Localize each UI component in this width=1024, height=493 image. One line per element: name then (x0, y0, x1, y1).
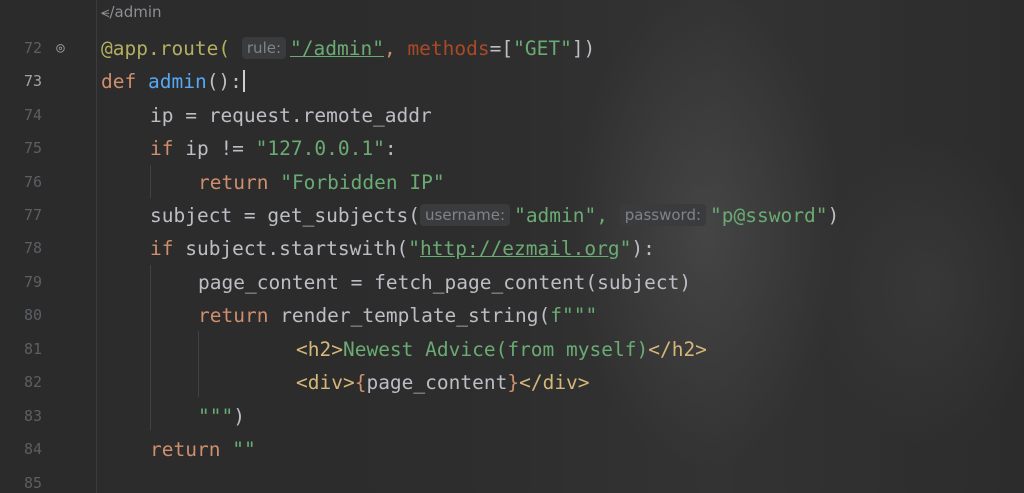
line-number: 76 (23, 173, 42, 191)
code-text: subject = get_subjects(username: "admin",… (150, 204, 840, 227)
code-line[interactable]: 83 """) (0, 400, 1024, 433)
code-line[interactable]: 81 <h2>Newest Advice(from myself)</h2> (0, 333, 1024, 366)
code-line[interactable]: 84 return "" (0, 433, 1024, 466)
line-number: 74 (23, 106, 42, 124)
web-route-icon[interactable]: ◎ (52, 40, 69, 57)
code-text: @app.route( rule: "/admin", methods=["GET… (101, 37, 596, 60)
code-line[interactable]: 79 page_content = fetch_page_content(sub… (0, 266, 1024, 299)
line-number: 83 (23, 407, 42, 425)
code-line[interactable]: 74 ip = request.remote_addr (0, 99, 1024, 132)
line-number: 84 (23, 440, 42, 458)
route-breadcrumb[interactable]: ⪪/admin (101, 3, 162, 21)
code-text: <h2>Newest Advice(from myself)</h2> (296, 338, 707, 361)
code-text: <div>{page_content}</div> (296, 371, 590, 394)
code-line[interactable]: 76 return "Forbidden IP" (0, 166, 1024, 199)
code-text: return "Forbidden IP" (198, 171, 445, 194)
line-number: 81 (23, 340, 42, 358)
code-text: if ip != "127.0.0.1": (150, 137, 397, 160)
code-text: return render_template_string(f""" (198, 304, 598, 327)
code-line[interactable]: 78 if subject.startswith("http://ezmail.… (0, 232, 1024, 265)
text-cursor (242, 70, 245, 92)
line-number: 79 (23, 273, 42, 291)
code-line[interactable]: 82 <div>{page_content}</div> (0, 366, 1024, 399)
breadcrumb-text: /admin (109, 3, 162, 21)
line-number: 78 (23, 239, 42, 257)
url-link[interactable]: http://ezmail.org (420, 237, 620, 260)
code-text: def admin(): (101, 65, 245, 98)
code-line-current[interactable]: 73 def admin(): (0, 65, 1024, 98)
code-text: if subject.startswith("http://ezmail.org… (150, 237, 655, 260)
line-number: 80 (23, 306, 42, 324)
code-editor[interactable]: ⪪/admin 72 ◎ @app.route( rule: "/admin", … (0, 0, 1024, 493)
code-line[interactable]: 72 ◎ @app.route( rule: "/admin", methods=… (0, 32, 1024, 65)
line-number: 72 (23, 39, 42, 57)
code-text: page_content = fetch_page_content(subjec… (198, 271, 692, 294)
parameter-hint: username: (420, 204, 511, 226)
line-number: 73 (23, 72, 42, 90)
code-line[interactable]: 77 subject = get_subjects(username: "admi… (0, 199, 1024, 232)
parameter-hint: password: (619, 204, 707, 226)
code-text: """) (198, 405, 245, 428)
line-number: 82 (23, 373, 42, 391)
line-number: 77 (23, 206, 42, 224)
code-text: ip = request.remote_addr (150, 104, 432, 127)
code-line[interactable]: 75 if ip != "127.0.0.1": (0, 132, 1024, 165)
code-line[interactable]: 85 (0, 467, 1024, 493)
line-number: 75 (23, 139, 42, 157)
code-line[interactable]: 80 return render_template_string(f""" (0, 299, 1024, 332)
parameter-hint: rule: (241, 37, 287, 59)
code-text: return "" (150, 438, 256, 461)
line-number: 85 (23, 474, 42, 492)
